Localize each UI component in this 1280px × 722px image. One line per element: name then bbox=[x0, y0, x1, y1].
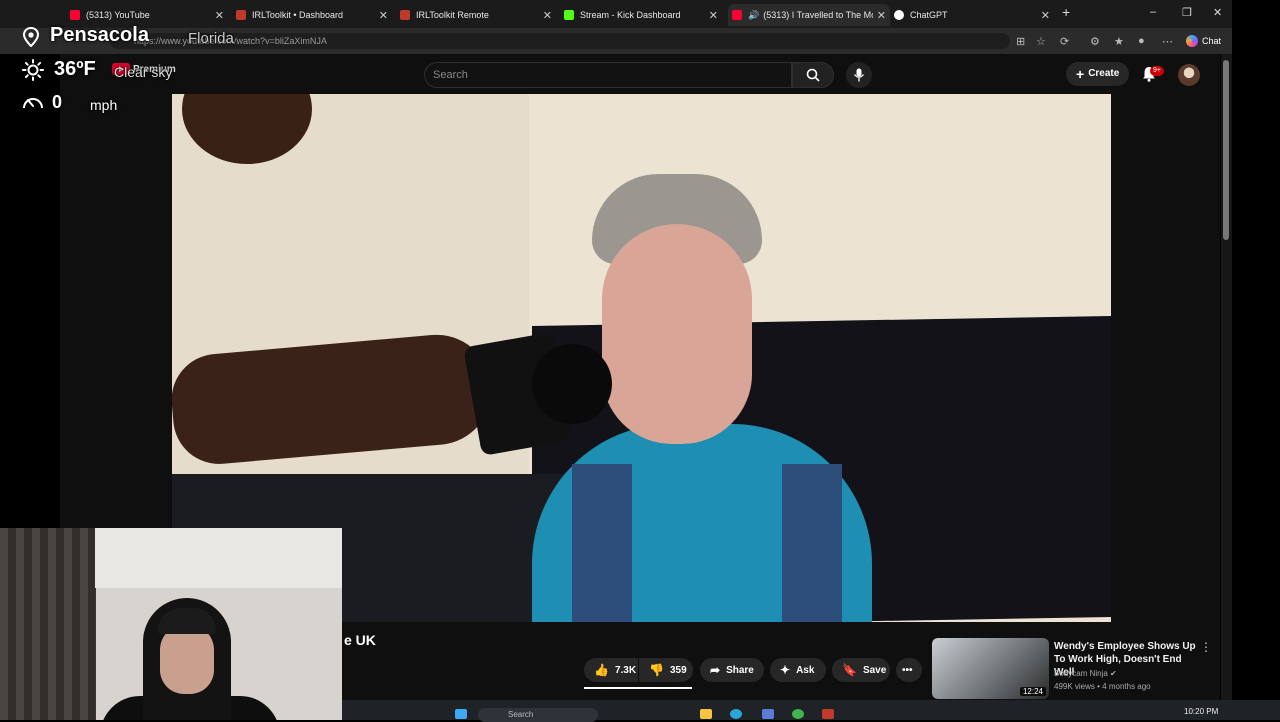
youtube-favicon-icon bbox=[70, 10, 80, 20]
create-button[interactable]: + Create bbox=[1066, 62, 1130, 86]
favorites-icon[interactable]: ★ bbox=[1114, 35, 1124, 48]
kick-favicon-icon bbox=[564, 10, 574, 20]
speaker-icon[interactable]: 🔊 bbox=[748, 10, 759, 21]
bookmark-icon: 🔖 bbox=[842, 663, 857, 677]
irltoolkit-favicon-icon bbox=[400, 10, 410, 20]
extensions-icon[interactable]: ⚙ bbox=[1090, 35, 1100, 48]
browser-tab-bar: (5313) YouTube ✕ IRLToolkit • Dashboard … bbox=[0, 0, 1232, 28]
overlay-speed-unit: mph bbox=[90, 97, 118, 113]
thumbs-down-icon: 👎 bbox=[649, 663, 664, 677]
share-button[interactable]: ➦ Share bbox=[700, 658, 764, 682]
more-icon: ••• bbox=[902, 664, 913, 676]
split-screen-icon[interactable]: ⊞ bbox=[1016, 35, 1025, 48]
windows-start-icon[interactable] bbox=[455, 709, 467, 719]
youtube-favicon-icon bbox=[732, 10, 742, 20]
share-icon: ➦ bbox=[710, 663, 721, 677]
overlay-weather-condition: Clear sky bbox=[114, 64, 173, 80]
plus-icon: + bbox=[1076, 66, 1085, 82]
verified-icon: ✔ bbox=[1110, 669, 1117, 678]
page-scrollbar[interactable] bbox=[1221, 54, 1232, 700]
thumbs-up-icon: 👍 bbox=[594, 663, 609, 677]
favorite-star-icon[interactable]: ☆ bbox=[1036, 35, 1046, 48]
tab-youtube[interactable]: (5313) YouTube ✕ bbox=[70, 4, 228, 26]
new-tab-icon[interactable]: + bbox=[1062, 4, 1070, 20]
hoodie bbox=[532, 424, 872, 622]
app-icon[interactable] bbox=[822, 709, 834, 719]
video-title: e UK bbox=[344, 632, 376, 648]
microphone-windscreen bbox=[532, 344, 612, 424]
refresh-icon[interactable]: ⟳ bbox=[1060, 35, 1069, 48]
save-button[interactable]: 🔖 Save bbox=[832, 658, 890, 682]
interviewer-arm bbox=[172, 330, 497, 468]
face bbox=[602, 224, 752, 444]
dislike-button[interactable]: 👎 359 bbox=[639, 658, 693, 682]
close-icon[interactable]: ✕ bbox=[877, 9, 886, 22]
overlay-state: Florida bbox=[188, 30, 234, 47]
store-icon[interactable] bbox=[762, 709, 774, 719]
interviewer-head bbox=[182, 94, 312, 164]
ask-button[interactable]: ✦ Ask bbox=[770, 658, 826, 682]
overlay-speed: 0 bbox=[52, 92, 63, 112]
xbox-icon[interactable] bbox=[792, 709, 804, 719]
like-ratio-bar bbox=[584, 687, 692, 689]
overlay-city: Pensacola bbox=[50, 24, 149, 46]
address-bar: https://www.youtube.com/watch?v=bliZaXim… bbox=[0, 28, 1232, 54]
overlay-temperature: 36ºF bbox=[54, 58, 96, 80]
close-icon[interactable]: ✕ bbox=[709, 9, 718, 22]
edge-browser-icon[interactable] bbox=[730, 709, 742, 719]
copilot-chat-button[interactable]: Chat bbox=[1186, 33, 1221, 49]
like-button[interactable]: 👍 7.3K bbox=[584, 658, 638, 682]
profile-icon[interactable]: ● bbox=[1138, 35, 1145, 47]
close-icon[interactable]: ✕ bbox=[379, 9, 388, 22]
irltoolkit-favicon-icon bbox=[236, 10, 246, 20]
tab-kick-dashboard[interactable]: Stream - Kick Dashboard ✕ bbox=[564, 4, 722, 26]
close-icon[interactable]: ✕ bbox=[543, 9, 552, 22]
webcam-feed bbox=[0, 528, 342, 720]
tab-irltoolkit-remote[interactable]: IRLToolkit Remote ✕ bbox=[400, 4, 556, 26]
tab-irltoolkit-dashboard[interactable]: IRLToolkit • Dashboard ✕ bbox=[236, 4, 392, 26]
taskbar-clock[interactable]: 10:20 PM bbox=[1184, 707, 1218, 716]
speedometer-icon bbox=[23, 98, 43, 109]
search-icon bbox=[806, 68, 820, 82]
webcam-streamer-face bbox=[160, 624, 214, 694]
tab-current-video[interactable]: 🔊 (5313) I Travelled to The Mos ✕ bbox=[728, 4, 890, 26]
close-window-icon[interactable]: ✕ bbox=[1213, 6, 1222, 19]
recommended-video-meta: 499K views • 4 months ago bbox=[1054, 682, 1151, 691]
tab-chatgpt[interactable]: ChatGPT ✕ bbox=[894, 4, 1054, 26]
video-duration: 12:24 bbox=[1019, 687, 1046, 696]
minimize-icon[interactable]: – bbox=[1150, 6, 1156, 18]
account-avatar[interactable] bbox=[1178, 64, 1200, 86]
recommended-menu-icon[interactable]: ⋮ bbox=[1200, 640, 1212, 654]
hoodie-stripe bbox=[572, 464, 632, 622]
recommended-video-thumbnail[interactable]: 12:24 bbox=[932, 638, 1049, 699]
location-pin-icon bbox=[22, 27, 40, 47]
voice-search-button[interactable] bbox=[846, 62, 872, 88]
maximize-icon[interactable]: ❐ bbox=[1182, 6, 1192, 19]
search-button[interactable] bbox=[792, 62, 834, 88]
scrollbar-thumb[interactable] bbox=[1223, 60, 1229, 240]
chatgpt-favicon-icon bbox=[894, 10, 904, 20]
sun-icon bbox=[22, 59, 44, 81]
webcam-curtain bbox=[0, 528, 95, 720]
file-explorer-icon[interactable] bbox=[700, 709, 712, 719]
search-input[interactable]: Search bbox=[424, 62, 792, 88]
close-icon[interactable]: ✕ bbox=[215, 9, 224, 22]
more-icon[interactable]: ⋯ bbox=[1162, 35, 1173, 48]
url-field[interactable]: https://www.youtube.com/watch?v=bliZaXim… bbox=[110, 33, 1010, 49]
close-icon[interactable]: ✕ bbox=[1041, 9, 1050, 22]
microphone-icon bbox=[853, 68, 865, 82]
recommended-channel-name[interactable]: Bodycam Ninja ✔ bbox=[1054, 669, 1117, 678]
copilot-icon bbox=[1186, 35, 1198, 47]
notification-count-badge: 9+ bbox=[1150, 66, 1164, 76]
webcam-ceiling bbox=[90, 528, 342, 588]
sparkle-icon: ✦ bbox=[780, 663, 791, 677]
more-actions-button[interactable]: ••• bbox=[896, 658, 922, 682]
hoodie-stripe bbox=[782, 464, 842, 622]
